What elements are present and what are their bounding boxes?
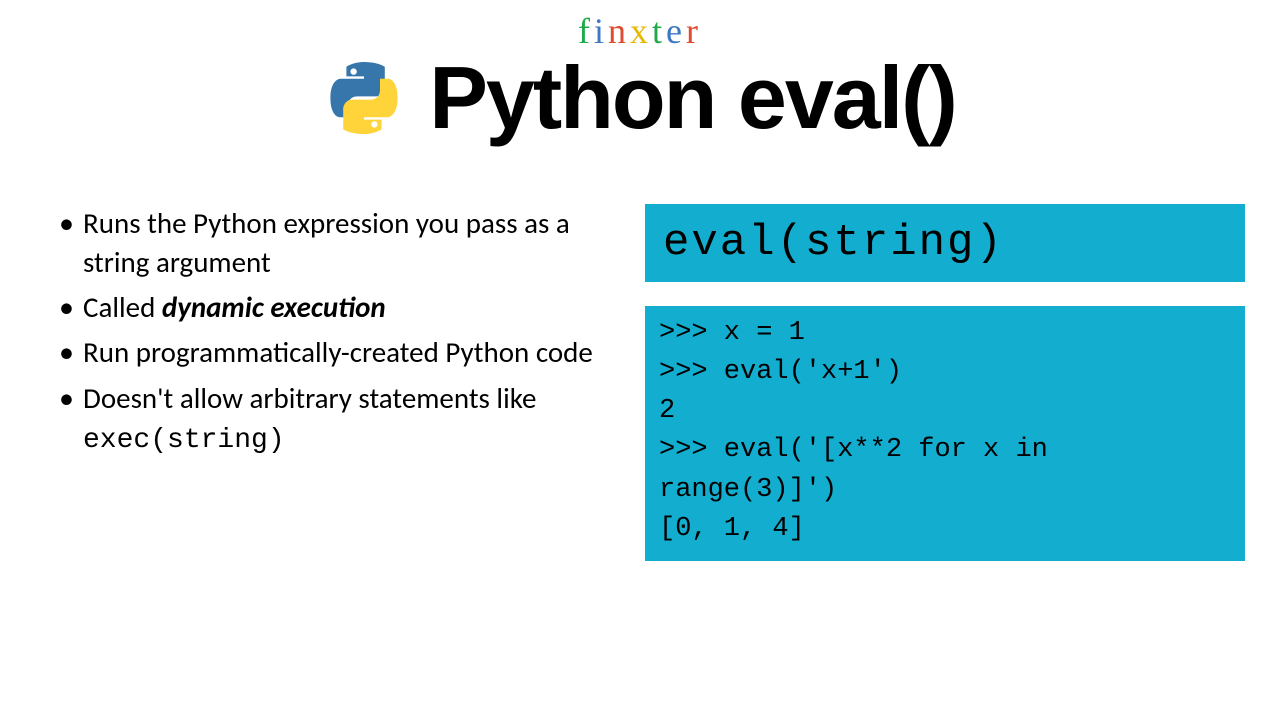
title-block: Python eval() (0, 47, 1280, 149)
bullet-emphasis: dynamic execution (162, 289, 386, 325)
bullet-inline-code: exec(string) (83, 425, 285, 456)
logo-char: r (686, 10, 702, 52)
logo-char: t (652, 10, 666, 52)
bullet-text: Called (83, 289, 162, 325)
logo-char: i (594, 10, 608, 52)
logo-char: e (666, 10, 686, 52)
bullet-item: Called dynamic execution (55, 288, 615, 327)
content-area: Runs the Python expression you pass as a… (0, 149, 1280, 561)
bullet-text: Runs the Python expression you pass as a… (83, 205, 570, 280)
bullet-item: Run programmatically-created Python code (55, 333, 615, 372)
bullet-text: Run programmatically-created Python code (83, 334, 593, 370)
bullet-item: Runs the Python expression you pass as a… (55, 204, 615, 282)
logo-char: n (608, 10, 630, 52)
page-title: Python eval() (429, 47, 956, 149)
logo-char: x (630, 10, 652, 52)
brand-logo: finxter (0, 0, 1280, 52)
logo-char: f (578, 10, 594, 52)
bullet-item: Doesn't allow arbitrary statements like … (55, 379, 615, 460)
python-icon (324, 58, 404, 138)
code-header: eval(string) (645, 204, 1245, 282)
code-block: >>> x = 1 >>> eval('x+1') 2 >>> eval('[x… (645, 306, 1245, 561)
bullets-column: Runs the Python expression you pass as a… (55, 204, 615, 561)
code-column: eval(string) >>> x = 1 >>> eval('x+1') 2… (645, 204, 1245, 561)
bullet-text: Doesn't allow arbitrary statements like (83, 380, 536, 416)
